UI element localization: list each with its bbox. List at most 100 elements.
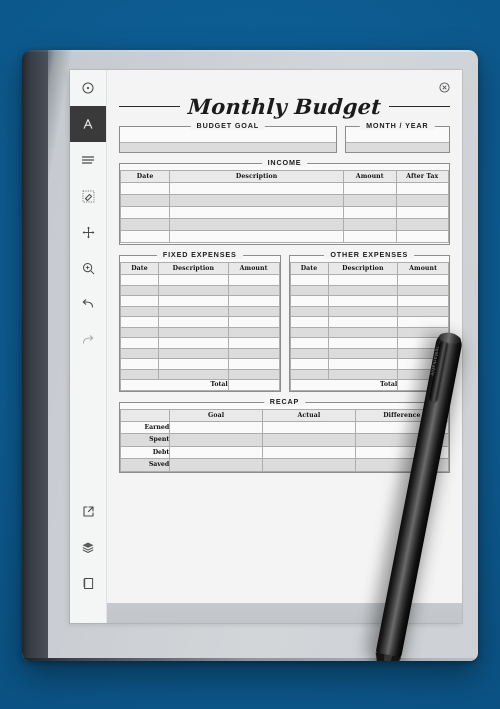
table-cell[interactable]: [289, 368, 329, 380]
table-cell[interactable]: [289, 295, 329, 307]
table-cell[interactable]: [158, 316, 229, 328]
table-row[interactable]: [119, 230, 449, 243]
table-row[interactable]: [289, 347, 449, 359]
table-row[interactable]: [119, 218, 449, 231]
table-cell[interactable]: [119, 182, 171, 195]
table-cell[interactable]: [343, 182, 397, 195]
table-cell[interactable]: [169, 194, 345, 207]
table-cell[interactable]: [343, 194, 397, 207]
layers-stack-button[interactable]: [70, 529, 106, 565]
table-cell[interactable]: [327, 347, 399, 359]
recap-cell-goal[interactable]: [169, 458, 263, 472]
table-cell[interactable]: [119, 305, 160, 317]
pen-tool-button[interactable]: [70, 70, 106, 106]
other-total-value[interactable]: [397, 379, 449, 391]
recap-cell-difference[interactable]: [354, 433, 450, 447]
table-row[interactable]: [289, 358, 449, 370]
table-cell[interactable]: [289, 347, 329, 359]
recap-cell-goal[interactable]: [169, 445, 263, 459]
table-row[interactable]: Debt: [119, 445, 450, 459]
table-cell[interactable]: [343, 230, 397, 243]
table-cell[interactable]: [158, 358, 229, 370]
text-tool-button[interactable]: [70, 106, 106, 142]
recap-cell-difference[interactable]: [354, 458, 450, 472]
move-tool-button[interactable]: [70, 214, 106, 250]
budget-goal-field[interactable]: BUDGET GOAL: [119, 121, 337, 153]
recap-cell-goal[interactable]: [169, 420, 263, 434]
table-cell[interactable]: [395, 230, 449, 243]
table-cell[interactable]: [227, 295, 280, 307]
table-cell[interactable]: [397, 295, 449, 307]
table-row[interactable]: [119, 347, 280, 359]
table-cell[interactable]: [327, 358, 399, 370]
table-cell[interactable]: [327, 284, 399, 296]
share-button[interactable]: [70, 493, 106, 529]
table-cell[interactable]: [158, 326, 229, 338]
close-icon[interactable]: [439, 80, 450, 93]
table-cell[interactable]: [119, 206, 171, 219]
recap-cell-actual[interactable]: [262, 433, 356, 447]
layers-menu-button[interactable]: [70, 142, 106, 178]
document-canvas[interactable]: Monthly Budget BUDGET GOAL MONTH / YEAR: [107, 70, 462, 623]
table-cell[interactable]: [327, 274, 399, 286]
table-cell[interactable]: [158, 337, 229, 349]
table-row[interactable]: [119, 284, 280, 296]
table-cell[interactable]: [119, 347, 160, 359]
recap-cell-actual[interactable]: [262, 420, 356, 434]
other-expenses-table[interactable]: Date Description Amount Total: [289, 262, 450, 391]
recap-cell-actual[interactable]: [262, 458, 356, 472]
table-cell[interactable]: [227, 358, 280, 370]
month-year-field[interactable]: MONTH / YEAR: [344, 121, 450, 153]
table-cell[interactable]: [119, 284, 160, 296]
table-row[interactable]: [119, 368, 280, 380]
table-row[interactable]: [289, 295, 449, 307]
table-cell[interactable]: [169, 230, 345, 243]
table-cell[interactable]: [397, 368, 449, 380]
table-row[interactable]: [119, 194, 449, 207]
table-cell[interactable]: [227, 305, 280, 317]
pages-button[interactable]: [70, 565, 106, 601]
table-cell[interactable]: [343, 206, 397, 219]
recap-cell-goal[interactable]: [169, 433, 263, 447]
table-row[interactable]: [119, 305, 280, 317]
table-row[interactable]: [119, 316, 280, 328]
table-cell[interactable]: [119, 194, 171, 207]
table-row[interactable]: [289, 337, 449, 349]
table-cell[interactable]: [395, 182, 449, 195]
table-row[interactable]: [289, 326, 449, 338]
table-row[interactable]: Earned: [119, 420, 450, 434]
table-cell[interactable]: [397, 358, 449, 370]
recap-cell-difference[interactable]: [354, 445, 450, 459]
table-cell[interactable]: [119, 230, 171, 243]
table-cell[interactable]: [327, 326, 399, 338]
table-row[interactable]: Saved: [119, 458, 450, 472]
table-row[interactable]: [119, 295, 280, 307]
table-cell[interactable]: [158, 284, 229, 296]
table-cell[interactable]: [227, 284, 280, 296]
table-cell[interactable]: [227, 326, 280, 338]
table-row[interactable]: [119, 274, 280, 286]
redo-button[interactable]: [70, 322, 106, 358]
fixed-total-value[interactable]: [227, 379, 280, 391]
table-cell[interactable]: [119, 295, 160, 307]
table-cell[interactable]: [158, 305, 229, 317]
table-row[interactable]: [289, 305, 449, 317]
table-cell[interactable]: [158, 274, 229, 286]
table-cell[interactable]: [395, 218, 449, 231]
table-cell[interactable]: [289, 305, 329, 317]
table-cell[interactable]: [158, 368, 229, 380]
table-cell[interactable]: [327, 295, 399, 307]
table-cell[interactable]: [119, 218, 171, 231]
table-cell[interactable]: [289, 284, 329, 296]
table-cell[interactable]: [119, 337, 160, 349]
table-cell[interactable]: [227, 368, 280, 380]
table-cell[interactable]: [119, 368, 160, 380]
table-cell[interactable]: [169, 218, 345, 231]
income-table[interactable]: Date Description Amount After Tax: [119, 170, 449, 243]
table-cell[interactable]: [119, 274, 160, 286]
table-cell[interactable]: [119, 316, 160, 328]
table-cell[interactable]: [327, 316, 399, 328]
table-cell[interactable]: [395, 194, 449, 207]
table-cell[interactable]: [158, 347, 229, 359]
table-cell[interactable]: [119, 326, 160, 338]
